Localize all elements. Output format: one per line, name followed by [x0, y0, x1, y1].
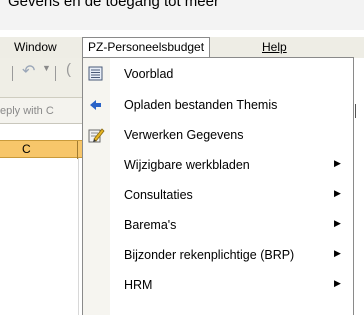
document-icon: [87, 66, 105, 82]
menu-help[interactable]: Help: [262, 40, 287, 54]
submenu-arrow-icon: ▶: [334, 248, 341, 258]
menu-pz-personeelsbudget[interactable]: PZ-Personeelsbudget: [82, 37, 211, 59]
reply-with-changes-link[interactable]: eply with C: [0, 98, 82, 124]
menu-item-wijzigbare-werkbladen[interactable]: Wijzigbare werkbladen ▶: [83, 151, 353, 180]
menu-help-label: Help: [262, 40, 287, 54]
menu-window[interactable]: Window: [14, 40, 57, 54]
menu-item-baremas[interactable]: Barema's ▶: [83, 211, 353, 240]
menu-item-voorblad[interactable]: Voorblad: [83, 60, 353, 89]
submenu-arrow-icon: ▶: [334, 278, 341, 288]
column-label: C: [22, 142, 31, 156]
caption-text: Gevens en de toegang tot meer: [8, 0, 219, 10]
menu-item-label: Opladen bestanden Themis: [124, 98, 278, 112]
menu-item-consultaties[interactable]: Consultaties ▶: [83, 181, 353, 210]
menu-item-bijzonder-rekenplichtige[interactable]: Bijzonder rekenplichtige (BRP) ▶: [83, 241, 353, 270]
menu-item-label: Wijzigbare werkbladen: [124, 158, 250, 172]
edit-icon: [87, 127, 105, 143]
grid-line: [78, 158, 79, 315]
toolbar-separator: [12, 66, 13, 81]
submenu-arrow-icon: ▶: [334, 218, 341, 228]
column-header-c[interactable]: C: [0, 140, 82, 159]
menu-bar: Window PZ-Personeelsbudget Help: [0, 36, 364, 59]
page-caption: Gevens en de toegang tot meer: [0, 0, 364, 30]
menu-item-label: Verwerken Gegevens: [124, 128, 244, 142]
background-edge: [353, 58, 364, 315]
menu-item-label: Consultaties: [124, 188, 193, 202]
arrow-left-icon: [87, 97, 105, 113]
pz-dropdown-menu: Voorblad Opladen bestanden Themis Verwer…: [82, 57, 354, 315]
menu-pz-label: PZ-Personeelsbudget: [88, 40, 205, 54]
menu-item-opladen-bestanden-themis[interactable]: Opladen bestanden Themis: [83, 91, 353, 120]
toolbar-separator: [55, 66, 56, 81]
menu-item-label: HRM: [124, 278, 153, 292]
background-tick: [355, 104, 356, 118]
menu-item-label: Barema's: [124, 218, 177, 232]
reply-label: eply with C: [0, 105, 54, 117]
submenu-arrow-icon: ▶: [334, 188, 341, 198]
submenu-arrow-icon: ▶: [334, 158, 341, 168]
column-divider: [77, 141, 78, 159]
menu-item-label: Voorblad: [124, 67, 174, 81]
menu-item-hrm[interactable]: HRM ▶: [83, 271, 353, 300]
chevron-down-icon[interactable]: ▼: [42, 63, 51, 73]
menu-item-label: Bijzonder rekenplichtige (BRP): [124, 248, 295, 262]
redo-icon[interactable]: (: [66, 61, 71, 78]
toolbar: ↶ ▼ (: [0, 58, 82, 98]
menu-item-verwerken-gegevens[interactable]: Verwerken Gegevens: [83, 121, 353, 150]
menu-window-label: Window: [14, 40, 57, 54]
undo-icon[interactable]: ↶: [22, 61, 35, 81]
